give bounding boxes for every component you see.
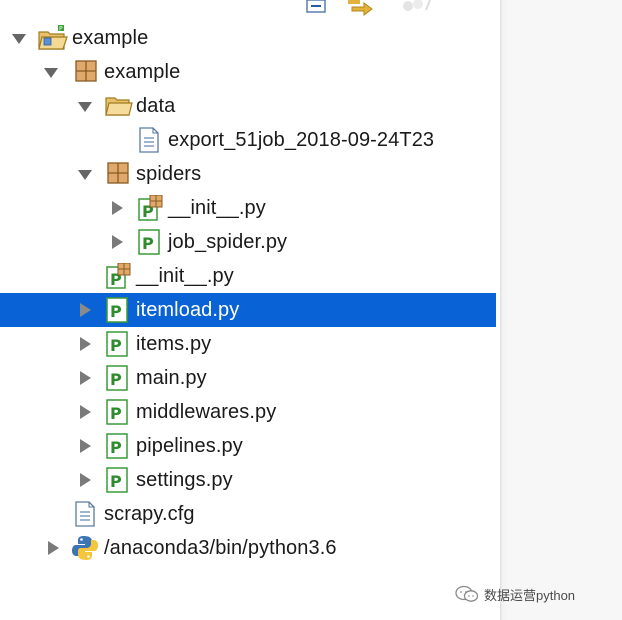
expand-toggle[interactable] [80, 473, 91, 487]
tree-item-label: settings.py [136, 469, 233, 491]
expand-toggle[interactable] [80, 405, 91, 419]
python-module-icon: P [106, 331, 132, 357]
folder-icon [105, 93, 133, 119]
tree-item-label: middlewares.py [136, 401, 277, 423]
expand-toggle[interactable] [44, 68, 58, 78]
svg-text:P: P [110, 370, 122, 389]
python-interpreter-icon [72, 535, 98, 561]
collapse-all-icon[interactable] [304, 0, 328, 19]
expand-toggle[interactable] [112, 201, 123, 215]
expand-toggle[interactable] [112, 235, 123, 249]
expand-toggle[interactable] [80, 337, 91, 351]
expand-toggle[interactable] [78, 170, 92, 180]
tree-item-label: job_spider.py [168, 231, 288, 253]
svg-text:P: P [110, 438, 122, 457]
tree-item-spiders-init[interactable]: P __init__.py [0, 191, 496, 225]
tree-item-example-package[interactable]: example [0, 55, 496, 89]
svg-text:P: P [142, 234, 154, 253]
tree-item-label: spiders [136, 163, 202, 185]
python-package-module-icon: P [138, 194, 164, 221]
svg-text:P: P [59, 26, 63, 33]
project-folder-icon: P [38, 25, 68, 51]
expand-toggle[interactable] [80, 303, 91, 317]
tree-item-label: items.py [136, 333, 212, 355]
python-module-icon: P [106, 297, 132, 323]
tree-item-label: export_51job_2018-09-24T23 [168, 129, 435, 151]
expand-toggle[interactable] [12, 34, 26, 44]
svg-text:P: P [110, 404, 122, 423]
tree-item-items[interactable]: P items.py [0, 327, 496, 361]
expand-toggle[interactable] [48, 541, 59, 555]
tree-item-python-interpreter[interactable]: /anaconda3/bin/python3.6 [0, 531, 496, 565]
tree-item-example-init[interactable]: P __init__.py [0, 259, 496, 293]
tree-item-job-spider[interactable]: P job_spider.py [0, 225, 496, 259]
tree-item-settings[interactable]: P settings.py [0, 463, 496, 497]
editor-area [508, 0, 622, 620]
tree-item-itemload[interactable]: P itemload.py [0, 293, 496, 327]
tree-item-label: /anaconda3/bin/python3.6 [104, 537, 337, 559]
tree-item-main[interactable]: P main.py [0, 361, 496, 395]
tree-item-label: example [72, 27, 149, 49]
python-module-icon: P [106, 433, 132, 459]
tree-item-middlewares[interactable]: P middlewares.py [0, 395, 496, 429]
tree-item-example-project[interactable]: P example [0, 21, 496, 55]
package-icon [74, 59, 100, 85]
expand-toggle[interactable] [80, 439, 91, 453]
tree-item-spiders-package[interactable]: spiders [0, 157, 496, 191]
tree-item-label: data [136, 95, 176, 117]
file-icon [138, 127, 164, 153]
expand-toggle[interactable] [78, 102, 92, 112]
tree-item-label: main.py [136, 367, 207, 389]
tree-item-data-folder[interactable]: data [0, 89, 496, 123]
python-module-icon: P [138, 229, 164, 255]
file-icon [74, 501, 100, 527]
svg-text:P: P [110, 336, 122, 355]
package-icon [106, 161, 132, 187]
view-toolbar [0, 0, 500, 22]
link-with-editor-icon[interactable] [346, 0, 374, 21]
python-module-icon: P [106, 365, 132, 391]
python-module-icon: P [106, 399, 132, 425]
tree-item-pipelines[interactable]: P pipelines.py [0, 429, 496, 463]
svg-text:P: P [110, 472, 122, 491]
tree-item-label: __init__.py [136, 265, 234, 287]
pane-splitter[interactable] [500, 0, 508, 620]
tree-item-label: pipelines.py [136, 435, 243, 457]
tree-item-label: example [104, 61, 181, 83]
tree-item-label: scrapy.cfg [104, 503, 195, 525]
svg-text:P: P [110, 302, 122, 321]
watermark: 数据运营python [455, 584, 575, 604]
tree-item-label: __init__.py [168, 197, 266, 219]
tree-item-export-file[interactable]: export_51job_2018-09-24T23 [0, 123, 496, 157]
expand-toggle[interactable] [80, 371, 91, 385]
wechat-icon [455, 585, 479, 602]
python-module-icon: P [106, 467, 132, 493]
view-menu-icon[interactable] [400, 0, 432, 19]
tree-item-label: itemload.py [136, 299, 240, 321]
tree-item-scrapy-cfg[interactable]: scrapy.cfg [0, 497, 496, 531]
watermark-text: 数据运营python [484, 587, 576, 603]
python-package-module-icon: P [106, 262, 132, 289]
